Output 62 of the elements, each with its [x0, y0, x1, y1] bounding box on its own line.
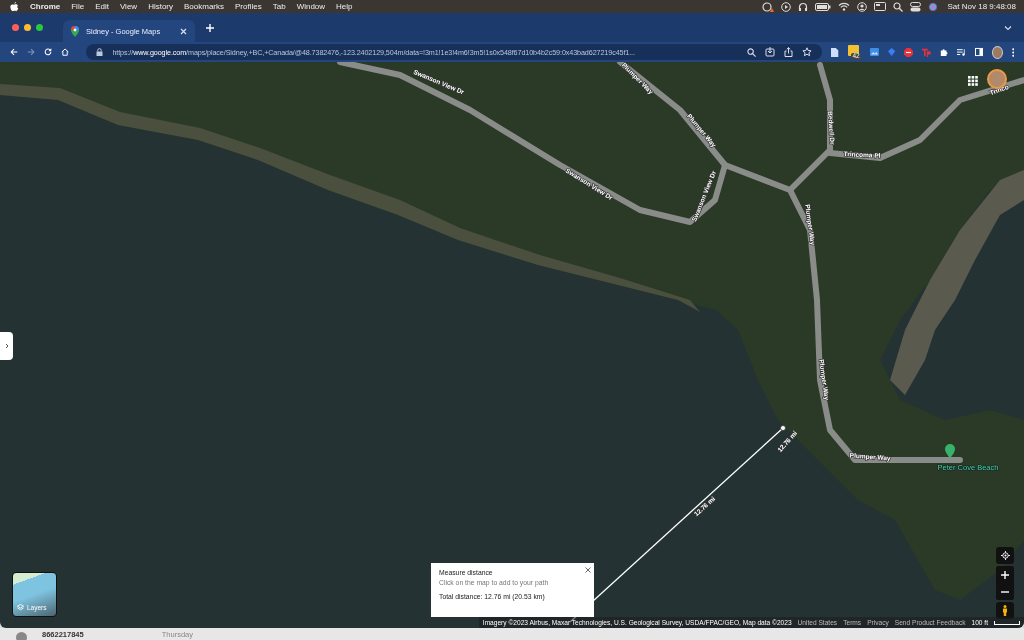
search-icon[interactable]	[892, 1, 903, 12]
lock-icon	[96, 48, 104, 56]
scale-bar	[994, 620, 1020, 625]
menu-item[interactable]: File	[71, 2, 85, 11]
search-icon[interactable]	[747, 47, 757, 57]
menu-item[interactable]: View	[119, 2, 138, 11]
new-tab-icon[interactable]	[205, 22, 215, 33]
menu-item[interactable]: History	[148, 2, 173, 11]
image-icon[interactable]	[869, 47, 879, 57]
document-icon[interactable]	[831, 46, 839, 58]
my-location-button[interactable]	[996, 547, 1014, 564]
close-icon[interactable]	[585, 567, 591, 573]
street-view-button[interactable]	[996, 602, 1014, 619]
play-icon[interactable]	[780, 1, 791, 12]
menu-item[interactable]: Profiles	[235, 2, 262, 11]
bookmark-star-icon[interactable]	[802, 47, 813, 57]
wifi-icon[interactable]	[837, 2, 850, 11]
side-panel-icon[interactable]	[974, 47, 983, 57]
menu-item[interactable]: Bookmarks	[184, 2, 225, 11]
home-icon[interactable]	[61, 47, 70, 57]
close-window-button[interactable]	[12, 24, 19, 31]
measure-point[interactable]	[780, 425, 786, 431]
apple-logo-icon[interactable]	[10, 1, 19, 12]
back-icon[interactable]	[10, 47, 19, 57]
menu-item[interactable]: Tab	[272, 2, 286, 11]
chevron-down-icon[interactable]	[1004, 24, 1012, 31]
minus-icon	[1001, 590, 1009, 593]
siri-icon[interactable]	[927, 1, 938, 12]
menu-item[interactable]: Help	[336, 2, 353, 11]
apps-grid-icon[interactable]	[968, 76, 978, 86]
chevron-right-icon	[4, 343, 9, 349]
install-icon[interactable]	[765, 47, 776, 57]
menu-item[interactable]: Edit	[95, 2, 109, 11]
headphones-icon[interactable]	[797, 1, 808, 12]
control-center-icon[interactable]	[909, 1, 921, 12]
minimize-window-button[interactable]	[24, 24, 31, 31]
share-icon[interactable]	[784, 47, 794, 57]
reload-icon[interactable]	[44, 47, 53, 57]
contact-avatar	[16, 631, 27, 640]
display-icon[interactable]	[873, 2, 886, 11]
profile-avatar[interactable]	[991, 45, 1003, 59]
puzzle-icon[interactable]	[939, 47, 948, 57]
app-menu[interactable]: Chrome	[30, 2, 61, 11]
menu-icon[interactable]	[1011, 46, 1015, 58]
layers-icon	[17, 604, 24, 611]
user-circle-icon[interactable]	[856, 1, 867, 12]
menu-item[interactable]: Window	[296, 2, 326, 11]
media-list-icon[interactable]	[956, 47, 966, 57]
map-pin-icon	[71, 25, 79, 37]
plus-icon	[1001, 570, 1009, 579]
close-tab-icon[interactable]	[180, 27, 187, 35]
place-pin-icon[interactable]	[945, 444, 955, 458]
maximize-window-button[interactable]	[36, 24, 43, 31]
battery-icon[interactable]	[814, 2, 831, 11]
menu-bar-clock: Sat Nov 18 9:48:08	[947, 2, 1016, 11]
stop-sign-icon[interactable]	[903, 46, 913, 58]
side-panel-toggle[interactable]	[0, 332, 13, 360]
gauge-warning-icon[interactable]	[761, 1, 774, 12]
location-target-icon	[1000, 551, 1010, 560]
note-extension-icon[interactable]	[847, 44, 859, 56]
pegman-icon	[1002, 605, 1008, 616]
forward-icon[interactable]	[27, 47, 36, 57]
